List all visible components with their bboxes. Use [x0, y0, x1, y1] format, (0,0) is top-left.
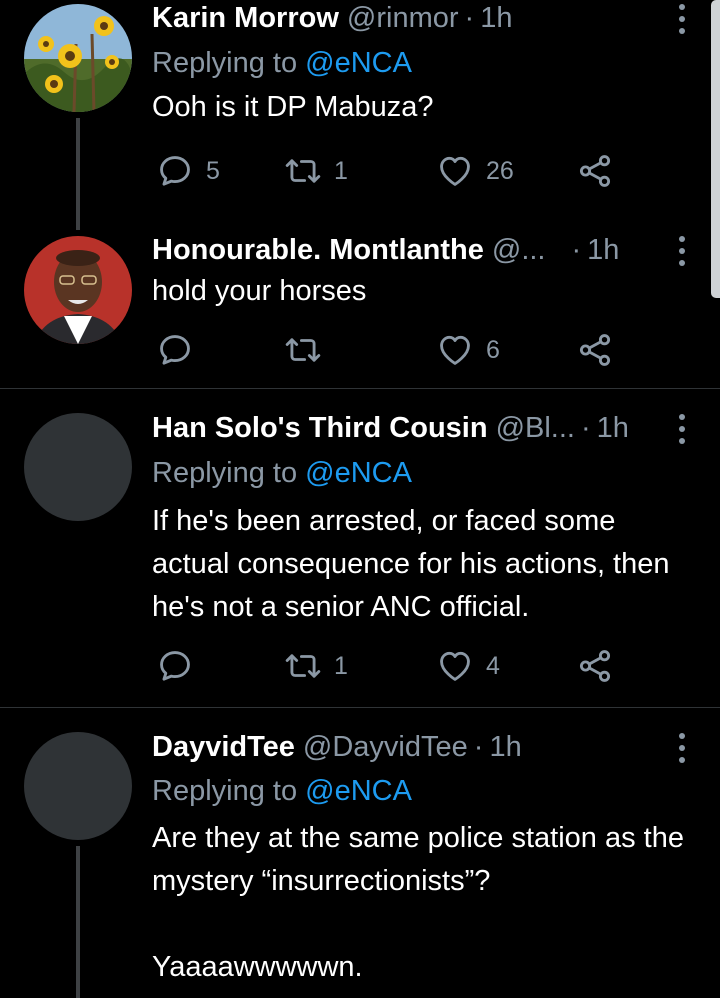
retweet-button[interactable]	[284, 330, 334, 370]
separator-dot: ·	[580, 412, 591, 444]
action-bar: 1 4	[152, 646, 672, 686]
share-button[interactable]	[576, 646, 614, 686]
reply-icon	[156, 331, 194, 369]
sunflower-avatar-image	[24, 4, 132, 112]
like-button[interactable]: 6	[436, 330, 500, 370]
mention-link[interactable]: @eNCA	[305, 775, 412, 807]
retweet-icon	[284, 331, 322, 369]
avatar[interactable]	[24, 732, 132, 840]
display-name[interactable]: Honourable. Montlanthe	[152, 230, 484, 270]
retweet-icon	[284, 152, 322, 190]
tweet[interactable]: DayvidTee @DayvidTee · 1h Replying to @e…	[0, 708, 720, 998]
retweet-button[interactable]: 1	[284, 151, 348, 191]
share-icon	[576, 152, 614, 190]
avatar[interactable]	[24, 236, 132, 344]
reply-count: 5	[206, 156, 220, 185]
retweet-icon	[284, 647, 322, 685]
tweet-header: Han Solo's Third Cousin @Bl... · 1h	[152, 408, 629, 448]
tweet[interactable]: Han Solo's Third Cousin @Bl... · 1h Repl…	[0, 389, 720, 708]
reply-icon	[156, 152, 194, 190]
replying-to-label: Replying to	[152, 47, 306, 79]
tweet-text: Are they at the same police station as t…	[152, 822, 684, 983]
like-count: 26	[486, 156, 514, 185]
reply-icon	[156, 647, 194, 685]
replying-to: Replying to @eNCA	[152, 453, 412, 493]
share-icon	[576, 331, 614, 369]
like-count: 4	[486, 651, 500, 680]
share-icon	[576, 647, 614, 685]
replying-to-label: Replying to	[152, 775, 306, 807]
user-handle[interactable]: @DayvidTee	[303, 727, 468, 767]
user-handle[interactable]: @rinmor	[347, 0, 459, 38]
thread-line	[76, 118, 80, 230]
timestamp[interactable]: 1h	[597, 408, 629, 448]
action-bar: 5 1 26	[152, 151, 672, 191]
display-name[interactable]: DayvidTee	[152, 727, 295, 767]
tweet[interactable]: Karin Morrow @rinmor · 1h Replying to @e…	[0, 0, 720, 232]
more-vertical-icon[interactable]	[676, 4, 688, 34]
tweet-header: Karin Morrow @rinmor · 1h	[152, 0, 512, 38]
replying-to-label: Replying to	[152, 457, 306, 489]
tweet-header: DayvidTee @DayvidTee · 1h	[152, 727, 522, 767]
like-count: 6	[486, 335, 500, 364]
more-vertical-icon[interactable]	[676, 733, 688, 763]
retweet-count: 1	[334, 156, 348, 185]
timestamp[interactable]: 1h	[480, 0, 512, 38]
separator-dot: ·	[464, 2, 475, 34]
display-name[interactable]: Han Solo's Third Cousin	[152, 408, 488, 448]
retweet-button[interactable]: 1	[284, 646, 348, 686]
timestamp[interactable]: 1h	[489, 727, 521, 767]
action-bar: 6	[152, 330, 672, 370]
retweet-count: 1	[334, 651, 348, 680]
reply-button[interactable]: 5	[156, 151, 220, 191]
mention-link[interactable]: @eNCA	[305, 47, 412, 79]
more-vertical-icon[interactable]	[676, 236, 688, 266]
portrait-avatar-image	[24, 236, 132, 344]
like-button[interactable]: 4	[436, 646, 500, 686]
more-vertical-icon[interactable]	[676, 414, 688, 444]
tweet[interactable]: Honourable. Montlanthe @... · 1h hold yo…	[0, 230, 720, 389]
scrollbar[interactable]	[711, 0, 720, 298]
reply-button[interactable]	[156, 646, 206, 686]
user-handle[interactable]: @...	[492, 230, 546, 270]
reply-button[interactable]	[156, 330, 206, 370]
separator-dot: ·	[571, 234, 582, 266]
thread-line	[76, 846, 80, 998]
display-name[interactable]: Karin Morrow	[152, 0, 339, 38]
replying-to: Replying to @eNCA	[152, 43, 412, 83]
avatar[interactable]	[24, 413, 132, 521]
like-button[interactable]: 26	[436, 151, 514, 191]
tweet-text: If he's been arrested, or faced some act…	[152, 505, 678, 623]
heart-icon	[436, 152, 474, 190]
replying-to: Replying to @eNCA	[152, 771, 412, 811]
avatar[interactable]	[24, 4, 132, 112]
tweet-header: Honourable. Montlanthe @... · 1h	[152, 230, 619, 270]
timestamp[interactable]: 1h	[587, 230, 619, 270]
user-handle[interactable]: @Bl...	[496, 408, 575, 448]
separator-dot: ·	[473, 731, 484, 763]
tweet-text: hold your horses	[152, 275, 367, 307]
heart-icon	[436, 331, 474, 369]
share-button[interactable]	[576, 330, 614, 370]
share-button[interactable]	[576, 151, 614, 191]
tweet-text: Ooh is it DP Mabuza?	[152, 91, 434, 123]
heart-icon	[436, 647, 474, 685]
mention-link[interactable]: @eNCA	[305, 457, 412, 489]
